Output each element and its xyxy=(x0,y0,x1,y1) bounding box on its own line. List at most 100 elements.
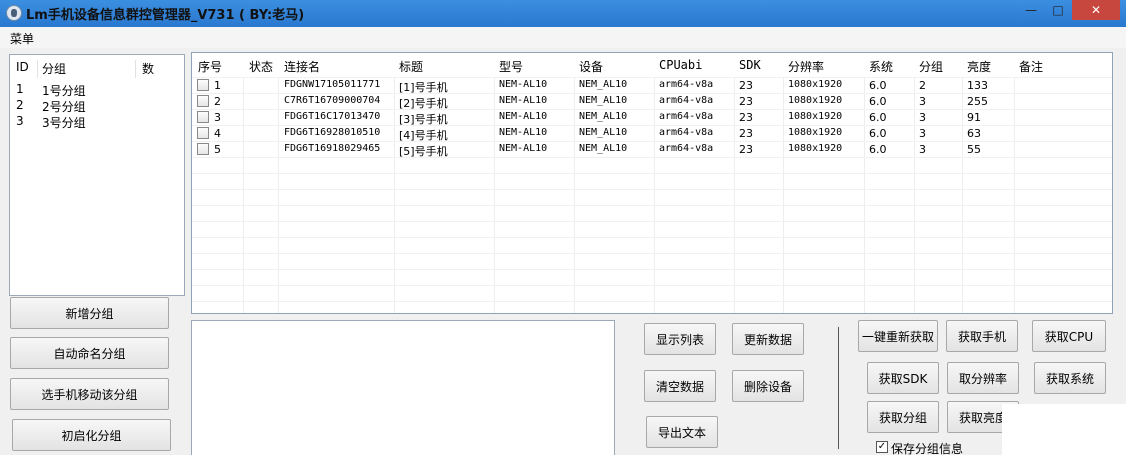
row-checkbox[interactable] xyxy=(197,111,209,123)
device-table[interactable]: 序号 状态 连接名 标题 型号 设备 CPUabi SDK 分辨率 系统 分组 … xyxy=(191,52,1113,314)
menu-item[interactable]: 菜单 xyxy=(10,30,34,47)
row-divider xyxy=(192,237,1112,238)
group-id: 3 xyxy=(16,114,24,128)
row-checkbox[interactable] xyxy=(197,143,209,155)
add-group-button[interactable]: 新增分组 xyxy=(10,297,169,329)
cell-device: NEM_AL10 xyxy=(579,111,628,122)
group-row[interactable]: 3 3号分组 xyxy=(10,113,184,130)
get-group-button[interactable]: 获取分组 xyxy=(867,401,939,433)
init-group-button[interactable]: 初启化分组 xyxy=(12,419,171,451)
cell-system: 6.0 xyxy=(869,95,887,108)
auto-name-group-button[interactable]: 自动命名分组 xyxy=(10,337,169,369)
clear-data-button[interactable]: 清空数据 xyxy=(644,370,716,402)
cell-sdk: 23 xyxy=(739,79,753,92)
cell-model: NEM-AL10 xyxy=(499,79,548,90)
cell-model: NEM-AL10 xyxy=(499,111,548,122)
row-checkbox[interactable] xyxy=(197,79,209,91)
cell-title: [5]号手机 xyxy=(399,145,448,158)
cell-system: 6.0 xyxy=(869,111,887,124)
table-row[interactable]: 2 C7R6T16709000704 [2]号手机 NEM-AL10 NEM_A… xyxy=(192,94,1112,110)
cell-brightness: 55 xyxy=(967,143,981,156)
get-resolution-button[interactable]: 取分辨率 xyxy=(947,362,1019,394)
row-divider xyxy=(192,173,1112,174)
cell-resolution: 1080x1920 xyxy=(788,143,843,154)
header-resolution[interactable]: 分辨率 xyxy=(788,58,824,75)
delete-device-button[interactable]: 删除设备 xyxy=(732,370,804,402)
header-group[interactable]: 分组 xyxy=(919,58,943,75)
device-table-header: 序号 状态 连接名 标题 型号 设备 CPUabi SDK 分辨率 系统 分组 … xyxy=(192,53,1112,77)
cell-group: 3 xyxy=(919,95,926,108)
group-row[interactable]: 2 2号分组 xyxy=(10,97,184,114)
cell-resolution: 1080x1920 xyxy=(788,111,843,122)
maximize-button[interactable]: □ xyxy=(1045,0,1071,20)
group-name: 3号分组 xyxy=(42,116,86,130)
cell-cpu: arm64-v8a xyxy=(659,111,714,122)
group-header-count[interactable]: 数 xyxy=(142,60,154,77)
header-brightness[interactable]: 亮度 xyxy=(967,58,991,75)
cell-conn: C7R6T16709000704 xyxy=(284,95,381,106)
group-id: 1 xyxy=(16,82,24,96)
cell-resolution: 1080x1920 xyxy=(788,127,843,138)
header-status[interactable]: 状态 xyxy=(249,58,273,75)
cell-resolution: 1080x1920 xyxy=(788,79,843,90)
row-checkbox[interactable] xyxy=(197,127,209,139)
header-sdk[interactable]: SDK xyxy=(739,58,761,72)
table-row[interactable]: 1 FDGNW17105011771 [1]号手机 NEM-AL10 NEM_A… xyxy=(192,78,1112,94)
get-phone-button[interactable]: 获取手机 xyxy=(946,320,1018,352)
get-sdk-button[interactable]: 获取SDK xyxy=(867,362,939,394)
minimize-button[interactable]: — xyxy=(1018,0,1044,20)
export-text-button[interactable]: 导出文本 xyxy=(646,416,718,448)
cell-conn: FDG6T16928010510 xyxy=(284,127,381,138)
header-device[interactable]: 设备 xyxy=(579,58,603,75)
cell-no: 2 xyxy=(214,95,221,108)
header-system[interactable]: 系统 xyxy=(869,58,893,75)
row-divider xyxy=(192,301,1112,302)
group-header-name[interactable]: 分组 xyxy=(42,60,66,77)
cell-system: 6.0 xyxy=(869,79,887,92)
header-model[interactable]: 型号 xyxy=(499,58,523,75)
cell-title: [3]号手机 xyxy=(399,113,448,126)
cell-model: NEM-AL10 xyxy=(499,95,548,106)
show-list-button[interactable]: 显示列表 xyxy=(644,323,716,355)
cell-cpu: arm64-v8a xyxy=(659,95,714,106)
header-no[interactable]: 序号 xyxy=(198,58,222,75)
group-list[interactable]: ID 分组 数 1 1号分组 2 2号分组 3 3号分组 xyxy=(9,54,185,296)
table-row[interactable]: 3 FDG6T16C17013470 [3]号手机 NEM-AL10 NEM_A… xyxy=(192,110,1112,126)
cell-title: [4]号手机 xyxy=(399,129,448,142)
cell-no: 5 xyxy=(214,143,221,156)
cell-no: 4 xyxy=(214,127,221,140)
cell-brightness: 255 xyxy=(967,95,988,108)
get-system-button[interactable]: 获取系统 xyxy=(1034,362,1106,394)
get-cpu-button[interactable]: 获取CPU xyxy=(1032,320,1106,352)
row-divider xyxy=(192,253,1112,254)
title-bar: Lm手机设备信息群控管理器_V731 ( BY:老马) — □ ✕ xyxy=(0,0,1126,27)
header-cpu[interactable]: CPUabi xyxy=(659,58,702,72)
table-row[interactable]: 4 FDG6T16928010510 [4]号手机 NEM-AL10 NEM_A… xyxy=(192,126,1112,142)
update-data-button[interactable]: 更新数据 xyxy=(732,323,804,355)
close-button[interactable]: ✕ xyxy=(1072,0,1120,20)
cell-conn: FDG6T16918029465 xyxy=(284,143,381,154)
menu-bar: 菜单 xyxy=(0,27,1126,48)
group-row[interactable]: 1 1号分组 xyxy=(10,81,184,98)
group-header-id[interactable]: ID xyxy=(16,60,29,74)
row-divider xyxy=(192,285,1112,286)
checkbox-box[interactable]: ✓ xyxy=(876,441,888,453)
refetch-all-button[interactable]: 一键重新获取 xyxy=(858,320,938,352)
cell-group: 2 xyxy=(919,79,926,92)
header-conn[interactable]: 连接名 xyxy=(284,58,320,75)
log-textarea[interactable] xyxy=(191,320,615,455)
cell-system: 6.0 xyxy=(869,127,887,140)
cell-model: NEM-AL10 xyxy=(499,143,548,154)
cell-sdk: 23 xyxy=(739,95,753,108)
row-checkbox[interactable] xyxy=(197,95,209,107)
cell-brightness: 63 xyxy=(967,127,981,140)
cell-device: NEM_AL10 xyxy=(579,127,628,138)
column-divider xyxy=(135,60,136,78)
header-title[interactable]: 标题 xyxy=(399,58,423,75)
move-to-group-button[interactable]: 选手机移动该分组 xyxy=(10,378,169,410)
cell-title: [1]号手机 xyxy=(399,81,448,94)
overlay-panel xyxy=(1002,404,1126,455)
header-remark[interactable]: 备注 xyxy=(1019,58,1043,75)
row-divider xyxy=(192,205,1112,206)
table-row[interactable]: 5 FDG6T16918029465 [5]号手机 NEM-AL10 NEM_A… xyxy=(192,142,1112,158)
